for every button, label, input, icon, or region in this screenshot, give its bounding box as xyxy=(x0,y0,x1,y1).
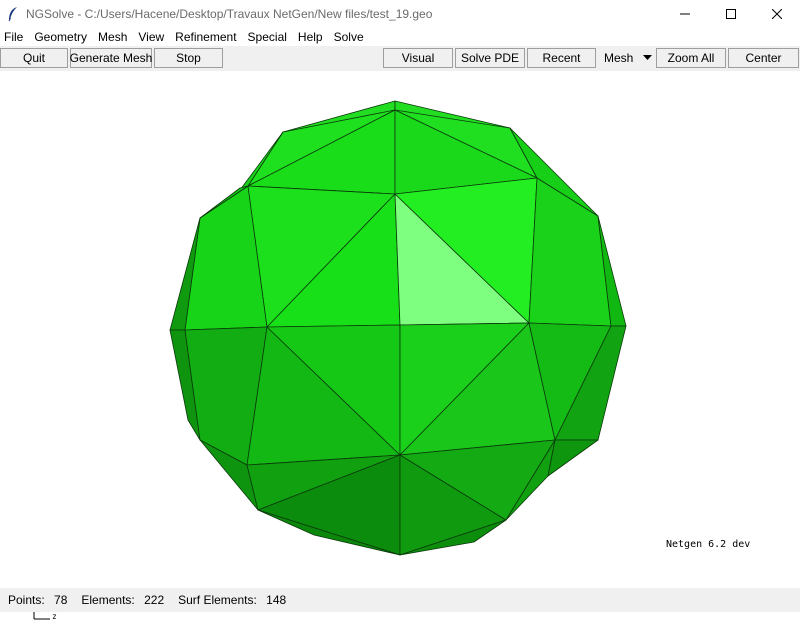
quit-button[interactable]: Quit xyxy=(0,48,68,68)
stop-button[interactable]: Stop xyxy=(154,48,223,68)
menu-solve[interactable]: Solve xyxy=(329,30,370,44)
menu-mesh[interactable]: Mesh xyxy=(93,30,133,44)
axis-z-label: z xyxy=(52,612,57,621)
maximize-icon xyxy=(726,9,736,19)
surf-elements-label: Surf Elements: xyxy=(178,593,257,607)
maximize-button[interactable] xyxy=(708,0,754,28)
menu-bar: File Geometry Mesh View Refinement Speci… xyxy=(0,28,800,46)
menu-refinement[interactable]: Refinement xyxy=(170,30,242,44)
generate-mesh-button[interactable]: Generate Mesh xyxy=(70,48,152,68)
center-button[interactable]: Center xyxy=(728,48,799,68)
menu-file[interactable]: File xyxy=(0,30,29,44)
close-icon xyxy=(772,9,782,19)
window-title: NGSolve - C:/Users/Hacene/Desktop/Travau… xyxy=(26,7,433,21)
surf-elements-value: 148 xyxy=(266,593,287,607)
toolbar: Quit Generate Mesh Stop Visual Solve PDE… xyxy=(0,46,800,71)
chevron-down-icon xyxy=(643,55,652,60)
minimize-button[interactable] xyxy=(662,0,708,28)
minimize-icon xyxy=(680,13,690,15)
visual-button[interactable]: Visual xyxy=(383,48,453,68)
points-stat: Points: 78 xyxy=(8,593,67,607)
close-button[interactable] xyxy=(754,0,800,28)
menu-view[interactable]: View xyxy=(133,30,170,44)
mesh-sphere-render xyxy=(169,100,627,556)
menu-geometry[interactable]: Geometry xyxy=(29,30,93,44)
status-bar: Points: 78 Elements: 222 Surf Elements: … xyxy=(0,588,800,612)
solve-pde-button[interactable]: Solve PDE xyxy=(455,48,525,68)
points-label: Points: xyxy=(8,593,45,607)
version-label: Netgen 6.2 dev xyxy=(666,539,751,550)
elements-value: 222 xyxy=(144,593,165,607)
elements-label: Elements: xyxy=(81,593,135,607)
render-viewport[interactable]: y z Netgen 6.2 dev xyxy=(0,71,800,621)
mesh-select-value: Mesh xyxy=(604,51,634,65)
title-bar: NGSolve - C:/Users/Hacene/Desktop/Travau… xyxy=(0,0,800,28)
surf-elements-stat: Surf Elements: 148 xyxy=(178,593,286,607)
zoom-all-button[interactable]: Zoom All xyxy=(656,48,726,68)
recent-button[interactable]: Recent xyxy=(527,48,596,68)
feather-icon xyxy=(2,0,24,28)
menu-help[interactable]: Help xyxy=(293,30,329,44)
mesh-select[interactable]: Mesh xyxy=(598,48,656,68)
points-value: 78 xyxy=(54,593,68,607)
menu-special[interactable]: Special xyxy=(243,30,293,44)
elements-stat: Elements: 222 xyxy=(81,593,164,607)
